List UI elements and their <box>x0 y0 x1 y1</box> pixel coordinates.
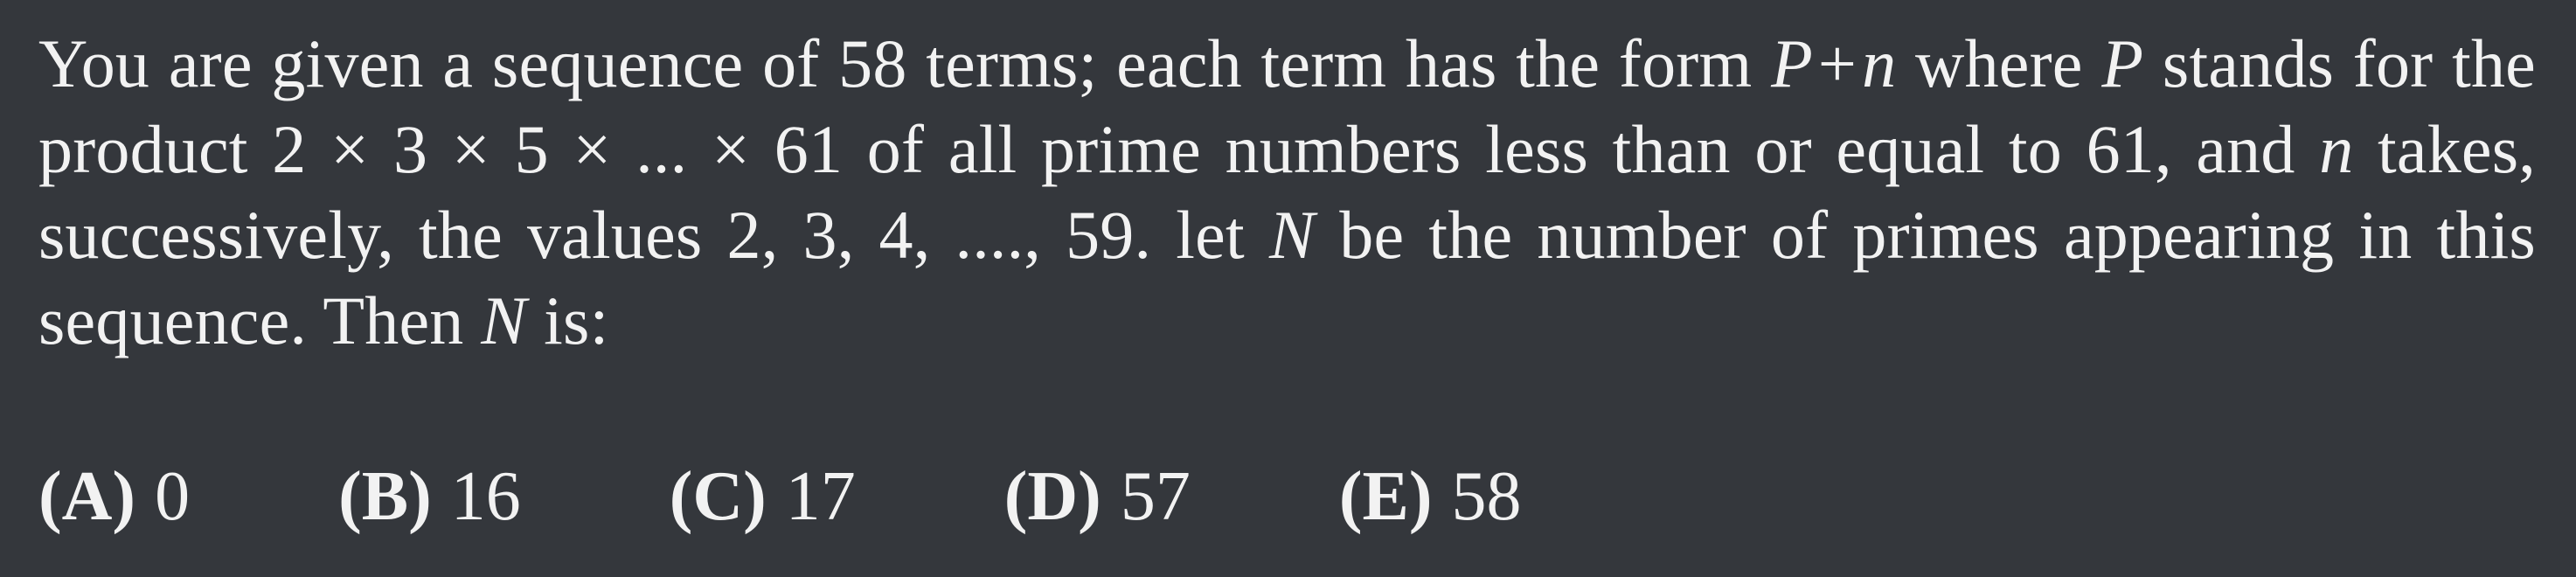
problem-text: You are given a sequence of 58 terms; ea… <box>38 25 1772 101</box>
choice-value: 0 <box>155 458 191 535</box>
choice-b[interactable]: (B) 16 <box>338 453 521 540</box>
math-n: n <box>2319 111 2354 187</box>
math-P: P <box>2101 25 2144 101</box>
choice-letter: (D) <box>1003 458 1101 535</box>
problem-statement: You are given a sequence of 58 terms; ea… <box>38 21 2536 364</box>
math-P: P <box>1771 25 1813 101</box>
choice-value: 17 <box>785 458 856 535</box>
problem-text: where <box>1896 25 2102 101</box>
choice-a[interactable]: (A) 0 <box>38 453 190 540</box>
math-plus: + <box>1817 25 1857 101</box>
page: You are given a sequence of 58 terms; ea… <box>0 0 2576 577</box>
choice-c[interactable]: (C) 17 <box>670 453 856 540</box>
math-N: N <box>481 282 527 358</box>
choice-value: 58 <box>1451 458 1522 535</box>
choice-letter: (A) <box>38 458 136 535</box>
choice-value: 16 <box>450 458 521 535</box>
choice-value: 57 <box>1120 458 1191 535</box>
choice-letter: (E) <box>1338 458 1433 535</box>
math-N: N <box>1268 197 1316 273</box>
choice-letter: (B) <box>338 458 432 535</box>
choice-letter: (C) <box>669 458 767 535</box>
choice-d[interactable]: (D) 57 <box>1004 453 1191 540</box>
choice-e[interactable]: (E) 58 <box>1339 453 1522 540</box>
answer-choices: (A) 0 (B) 16 (C) 17 (D) 57 (E) 58 <box>38 453 1521 540</box>
math-n: n <box>1862 25 1897 101</box>
problem-text: is: <box>526 282 609 358</box>
